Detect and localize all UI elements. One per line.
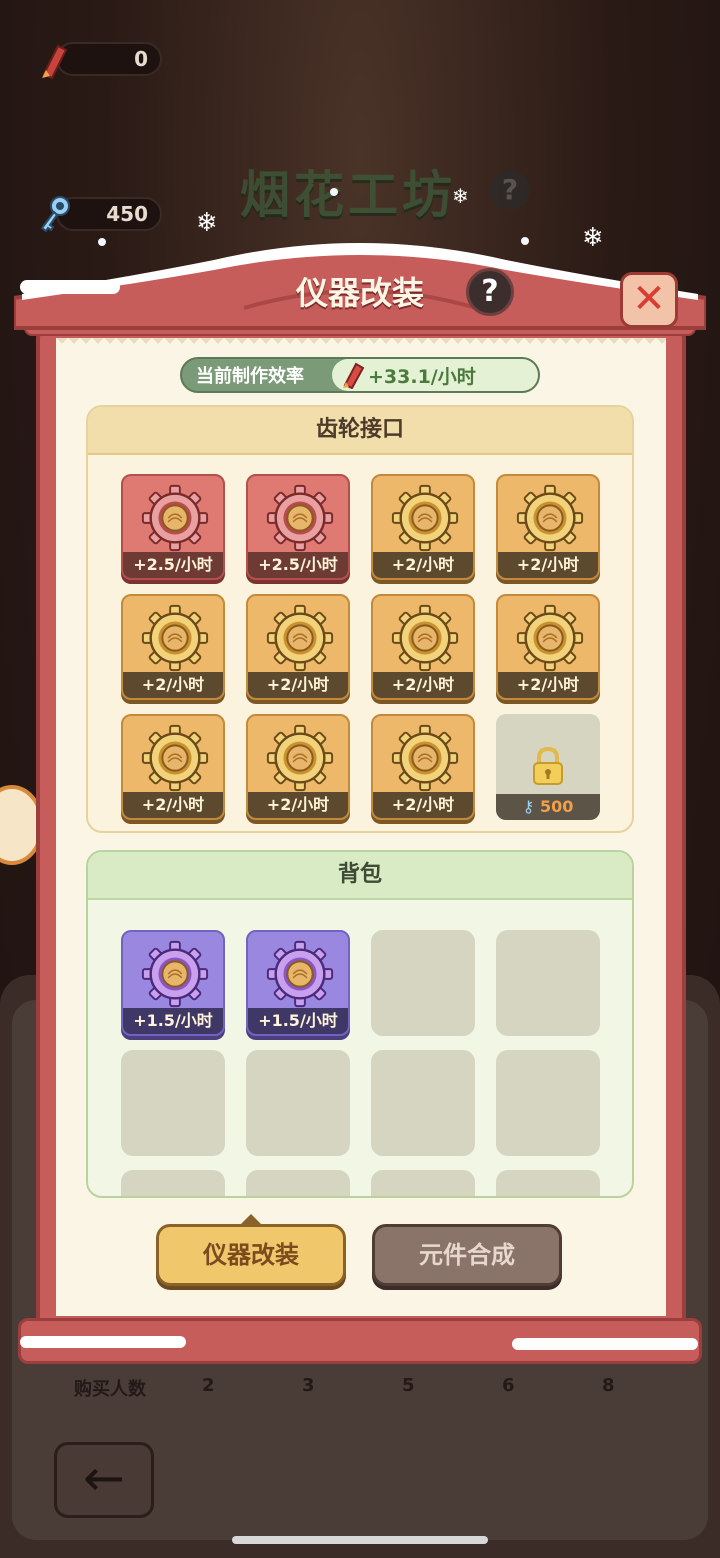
locked-gear-slot[interactable]: ⚷ 500 [496,714,600,820]
close-icon: ✕ [632,276,666,322]
gear-rate-label: +2/小时 [123,792,223,818]
gear-rate-label: +2/小时 [373,552,473,578]
snow-cap [512,1338,698,1350]
snow-cap [20,1336,186,1348]
gear-slot[interactable]: +2/小时 [246,714,350,820]
efficiency-value-box: +33.1/小时 [332,359,538,391]
rocket-icon [42,44,68,80]
snowflake-icon: ❄ [196,208,218,238]
gear-slot[interactable]: +2/小时 [496,474,600,580]
rocket-icon [343,362,365,389]
gear-slot[interactable]: +2.5/小时 [121,474,225,580]
snow-dot [330,188,338,196]
efficiency-label: 当前制作效率 [196,366,304,387]
rocket-counter: 0 [56,42,162,76]
unlock-cost: 500 [539,797,574,816]
gear-icon [266,940,334,1008]
bag-item-rate-label: +1.5/小时 [123,1008,223,1034]
gear-slot[interactable]: +2.5/小时 [246,474,350,580]
bag-empty-slot [121,1050,225,1156]
gear-rate-label: +2/小时 [248,672,348,698]
bag-section: 背包 +1.5/小时 +1.5/小时 [86,850,634,1198]
help-button[interactable]: ? [466,268,514,316]
gear-rate-label: +2/小时 [373,672,473,698]
key-count: 450 [106,202,148,226]
gear-slot[interactable]: +2/小时 [371,594,475,700]
gear-section-title: 齿轮接口 [88,407,632,455]
bag-empty-slot [246,1170,350,1196]
gear-rate-label: +2.5/小时 [123,552,223,578]
gear-rate-label: +2/小时 [123,672,223,698]
gear-icon [141,604,209,672]
rocket-count: 0 [134,47,148,71]
bag-grid: +1.5/小时 +1.5/小时 [88,852,632,1196]
bag-empty-slot [121,1170,225,1196]
gear-rate-label: +2/小时 [248,792,348,818]
bag-empty-slot [496,1050,600,1156]
gear-slot[interactable]: +2/小时 [121,594,225,700]
modal-zigzag-border [56,338,666,350]
gear-rate-label: +2/小时 [498,552,598,578]
snowflake-icon: ❄ [452,184,469,208]
bag-empty-slot [246,1050,350,1156]
gear-icon [141,940,209,1008]
buyer-count-label: 购买人数 [74,1379,146,1400]
gear-icon [391,604,459,672]
arrow-left-icon: ← [83,1449,125,1507]
tab-component-synthesize[interactable]: 元件合成 [372,1224,562,1286]
bag-item[interactable]: +1.5/小时 [246,930,350,1036]
buyer-count-value: 5 [402,1375,415,1396]
home-indicator [232,1536,488,1544]
question-icon: ? [481,274,499,309]
gear-rate-label: +2/小时 [373,792,473,818]
bag-empty-slot [496,1170,600,1196]
gear-icon [266,484,334,552]
snow-cap [20,280,120,294]
workshop-help-icon[interactable]: ? [490,170,530,210]
bag-item[interactable]: +1.5/小时 [121,930,225,1036]
gear-icon [391,724,459,792]
key-icon [40,196,70,233]
bag-empty-slot [371,930,475,1036]
key-icon: ⚷ [522,797,535,816]
bag-empty-slot [371,1050,475,1156]
gear-icon [391,484,459,552]
buyer-count-value: 8 [602,1375,615,1396]
gear-icon [141,724,209,792]
gear-slot[interactable]: +2/小时 [246,594,350,700]
buyer-count-value: 6 [502,1375,515,1396]
gear-icon [141,484,209,552]
gear-slot[interactable]: +2/小时 [371,474,475,580]
buyer-count-value: 2 [202,1375,215,1396]
gear-icon [266,604,334,672]
gear-slot[interactable]: +2/小时 [121,714,225,820]
bag-empty-slot [371,1170,475,1196]
close-button[interactable]: ✕ [620,272,678,328]
gear-slot[interactable]: +2/小时 [496,594,600,700]
gear-icon [516,604,584,672]
efficiency-value: +33.1/小时 [368,365,476,388]
buyer-count-value: 3 [302,1375,315,1396]
efficiency-bar: 当前制作效率 +33.1/小时 [180,357,540,393]
tab-instrument-modify[interactable]: 仪器改装 [156,1224,346,1286]
workshop-title: 烟花工坊 [240,166,456,224]
lock-icon [533,746,563,785]
back-button[interactable]: ← [54,1442,154,1518]
gear-rate-label: +2.5/小时 [248,552,348,578]
gear-icon [266,724,334,792]
gear-slot[interactable]: +2/小时 [371,714,475,820]
unlock-cost-label: ⚷ 500 [496,794,600,820]
gear-icon [516,484,584,552]
bag-empty-slot [496,930,600,1036]
bag-item-rate-label: +1.5/小时 [248,1008,348,1034]
gear-rate-label: +2/小时 [498,672,598,698]
